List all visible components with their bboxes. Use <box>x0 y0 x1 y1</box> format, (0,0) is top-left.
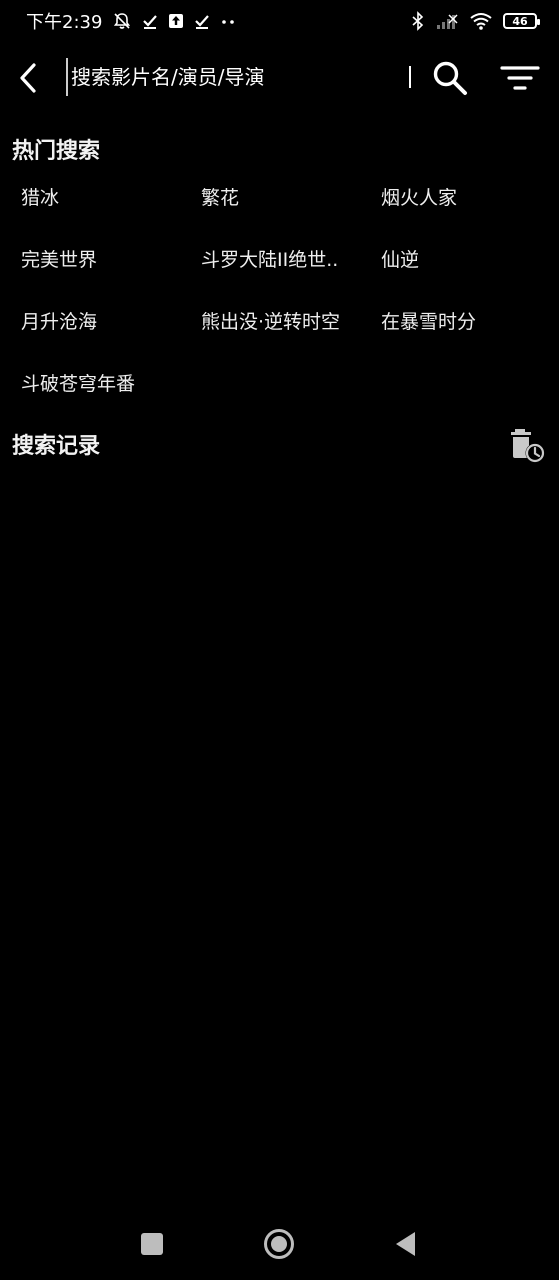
delete-history-icon <box>511 429 545 463</box>
wifi-icon <box>469 12 493 30</box>
navigation-bar <box>0 1210 559 1276</box>
home-icon <box>264 1229 294 1259</box>
upload-icon <box>168 13 184 29</box>
search-header <box>0 48 559 108</box>
back-button[interactable] <box>10 56 46 100</box>
hot-search-item[interactable]: 斗破苍穹年番 <box>0 356 180 418</box>
status-bar: 下午2:39 46 <box>0 0 559 42</box>
recent-apps-button[interactable] <box>130 1222 174 1266</box>
check-icon <box>194 13 210 29</box>
search-input[interactable] <box>66 58 406 96</box>
hot-search-item[interactable]: 完美世界 <box>0 232 180 294</box>
back-arrow-icon <box>20 63 36 93</box>
signal-icon <box>435 12 459 30</box>
hot-search-item[interactable]: 繁花 <box>180 170 360 232</box>
hot-search-item[interactable]: 熊出没·逆转时空 <box>180 294 360 356</box>
back-triangle-icon <box>396 1232 415 1256</box>
battery-level: 46 <box>512 14 528 28</box>
input-divider <box>409 66 411 88</box>
status-time: 下午2:39 <box>26 12 103 33</box>
status-right: 46 <box>411 11 540 31</box>
hot-search-grid: 猎冰 繁花 烟火人家 完美世界 斗罗大陆II绝世.. 仙逆 月升沧海 熊出没·逆… <box>0 170 559 418</box>
home-button[interactable] <box>257 1222 301 1266</box>
system-back-button[interactable] <box>384 1222 428 1266</box>
recent-apps-icon <box>141 1233 163 1255</box>
filter-button[interactable] <box>498 56 542 100</box>
search-icon <box>433 61 467 95</box>
search-history-title: 搜索记录 <box>12 434 101 459</box>
check-icon <box>142 13 158 29</box>
hot-search-item[interactable]: 猎冰 <box>0 170 180 232</box>
hot-search-item[interactable]: 仙逆 <box>360 232 540 294</box>
clear-history-button[interactable] <box>506 424 550 468</box>
filter-icon <box>500 66 540 90</box>
more-dots-icon <box>220 13 236 29</box>
hot-search-item[interactable]: 斗罗大陆II绝世.. <box>180 232 360 294</box>
battery-icon: 46 <box>503 13 540 29</box>
bluetooth-icon <box>411 11 425 31</box>
search-button[interactable] <box>428 56 472 100</box>
mute-bell-icon <box>112 11 132 31</box>
hot-search-title: 热门搜索 <box>12 139 101 164</box>
hot-search-item[interactable]: 在暴雪时分 <box>360 294 540 356</box>
status-left: 下午2:39 <box>26 8 236 34</box>
hot-search-item[interactable]: 月升沧海 <box>0 294 180 356</box>
hot-search-item[interactable]: 烟火人家 <box>360 170 540 232</box>
